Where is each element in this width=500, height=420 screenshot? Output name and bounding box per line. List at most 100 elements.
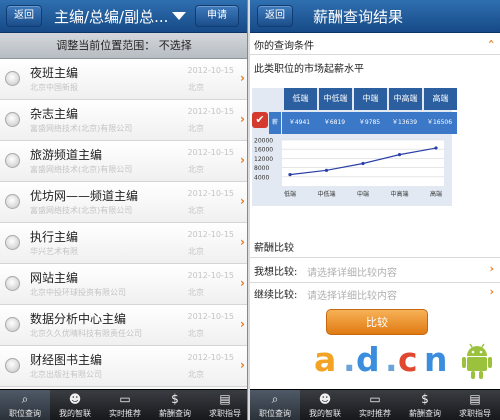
job-city: 北京 bbox=[188, 206, 204, 215]
list-item[interactable]: 执行主编 华兴艺术有限 2012-10-15 北京 › bbox=[0, 223, 247, 264]
tab-item[interactable]: ⌕ 职位查询 bbox=[0, 390, 50, 420]
job-date: 2012-10-15 bbox=[187, 353, 235, 362]
dollar-icon: $ bbox=[421, 392, 429, 406]
list-item[interactable]: 杂志主编 富盛网络技术(北京)有限公司 2012-10-15 北京 › bbox=[0, 100, 247, 141]
radio-button[interactable] bbox=[5, 276, 20, 291]
data-point bbox=[361, 161, 365, 166]
salary-line-chart: 20000 16000 12000 8000 4000 低端 中低端 中端 中高端 高端 bbox=[254, 138, 444, 198]
tab-item[interactable]: $ 薪酬查询 bbox=[400, 390, 450, 420]
radio-button[interactable] bbox=[5, 194, 20, 209]
tab-item[interactable]: ▭ 实时推荐 bbox=[350, 390, 400, 420]
want-compare-placeholder[interactable]: 请选择详细比较内容 bbox=[307, 264, 397, 279]
back-button[interactable]: 返回 bbox=[6, 5, 42, 27]
y-tick-label: 12000 bbox=[254, 156, 273, 163]
apply-button[interactable]: 申请 bbox=[195, 5, 239, 27]
job-title: 执行主编 bbox=[30, 230, 79, 244]
tab-label: 我的智联 bbox=[309, 409, 341, 418]
dollar-icon: $ bbox=[171, 392, 179, 406]
x-tick-label: 中端 bbox=[357, 190, 369, 198]
job-company: 北京中国新报 bbox=[30, 83, 78, 92]
x-tick-label: 中高端 bbox=[390, 190, 408, 198]
want-compare-label: 我想比较: bbox=[254, 267, 298, 278]
tab-item[interactable]: $ 薪酬查询 bbox=[150, 390, 200, 420]
table-header-cell: 高端 bbox=[424, 88, 457, 110]
job-city: 北京 bbox=[188, 370, 204, 379]
tab-item[interactable]: ☻ 我的智联 bbox=[300, 390, 350, 420]
list-item[interactable]: 夜班主编 北京中国新报 2012-10-15 北京 › bbox=[0, 59, 247, 100]
radio-button[interactable] bbox=[5, 112, 20, 127]
tab-item[interactable]: ▭ 实时推荐 bbox=[100, 390, 150, 420]
market-level-row: 此类职位的市场起薪水平 bbox=[250, 55, 500, 79]
table-cell: ￥16506 bbox=[422, 112, 457, 134]
watermark-char: c bbox=[398, 340, 418, 379]
job-title: 杂志主编 bbox=[30, 107, 79, 121]
want-compare-row[interactable]: 我想比较: 请选择详细比较内容 › bbox=[250, 258, 500, 283]
list-item[interactable]: 网站主编 北京中投环球投资有限公司 2012-10-15 北京 › bbox=[0, 264, 247, 305]
data-point bbox=[324, 168, 329, 172]
continue-compare-placeholder[interactable]: 请选择详细比较内容 bbox=[307, 287, 397, 302]
job-company: 富盛网络技术(北京)有限公司 bbox=[30, 124, 133, 133]
chevron-up-icon[interactable]: › bbox=[485, 39, 498, 44]
chevron-right-icon[interactable]: › bbox=[240, 358, 245, 372]
y-tick-label: 16000 bbox=[254, 147, 273, 154]
compare-button[interactable]: 比较 bbox=[326, 309, 428, 335]
chevron-right-icon[interactable]: › bbox=[240, 276, 245, 290]
continue-compare-row[interactable]: 继续比较: 请选择详细比较内容 › bbox=[250, 283, 500, 303]
watermark-char: . bbox=[385, 340, 398, 379]
job-company: 北京出版社有限公司 bbox=[30, 370, 102, 379]
dropdown-icon[interactable] bbox=[172, 12, 186, 20]
chevron-right-icon[interactable]: › bbox=[240, 153, 245, 167]
table-cell: ￥4941 bbox=[282, 112, 317, 134]
chevron-right-icon[interactable]: › bbox=[240, 317, 245, 331]
job-company: 北京中投环球投资有限公司 bbox=[30, 288, 126, 297]
job-list: 夜班主编北京中国新报 2012-10-15 北京 › 杂志主编富盛网络技术(北京)有限公… bbox=[0, 59, 247, 387]
market-level-label: 此类职位的市场起薪水平 bbox=[254, 64, 364, 75]
tab-bar: ⌕ 职位查询 ☻ 我的智联 ▭ 实时推荐 $ 薪酬查询 ▤ 求职指导 bbox=[0, 389, 247, 420]
location-range-bar[interactable]: 调整当前位置范围： 不选择 bbox=[0, 33, 247, 59]
job-company: 华兴艺术有限 bbox=[30, 247, 78, 256]
watermark-char: a bbox=[314, 340, 337, 379]
chevron-right-icon[interactable]: › bbox=[240, 112, 245, 126]
chevron-right-icon[interactable]: › bbox=[489, 262, 494, 275]
job-city: 北京 bbox=[188, 329, 204, 338]
list-item[interactable]: 数据分析中心主编 北京久久优晴科技有限责任公司 2012-10-15 北京 › bbox=[0, 305, 247, 346]
job-city: 北京 bbox=[188, 124, 204, 133]
table-header-cell: 低端 bbox=[284, 88, 317, 110]
table-row-label: 薪 bbox=[269, 112, 281, 134]
radio-button[interactable] bbox=[5, 71, 20, 86]
recommend-icon: ▭ bbox=[369, 392, 381, 406]
chevron-right-icon[interactable]: › bbox=[240, 194, 245, 208]
list-item[interactable]: 旅游频道主编 富盛网络技术(北京)有限公司 2012-10-15 北京 › bbox=[0, 141, 247, 182]
radio-button[interactable] bbox=[5, 153, 20, 168]
job-city: 北京 bbox=[188, 83, 204, 92]
list-item[interactable]: 财经图书主编 北京出版社有限公司 2012-10-15 北京 › bbox=[0, 346, 247, 387]
chevron-right-icon[interactable]: › bbox=[489, 285, 494, 298]
job-title: 夜班主编 bbox=[30, 66, 79, 80]
radio-button[interactable] bbox=[5, 317, 20, 332]
data-point bbox=[434, 146, 438, 150]
watermark-char: n bbox=[424, 340, 448, 379]
chevron-right-icon[interactable]: › bbox=[240, 71, 245, 85]
tab-item[interactable]: ⌕ 职位查询 bbox=[250, 390, 300, 420]
query-conditions-row[interactable]: 你的查询条件 › bbox=[250, 33, 500, 55]
job-company: 富盛网络技术(北京)有限公司 bbox=[30, 165, 133, 174]
page-title[interactable]: 主编/总编/副总... bbox=[54, 6, 168, 27]
radio-button[interactable] bbox=[5, 358, 20, 373]
table-header-cell: 中高端 bbox=[389, 88, 422, 110]
tab-item[interactable]: ☻ 我的智联 bbox=[50, 390, 100, 420]
search-icon: ⌕ bbox=[21, 392, 29, 406]
back-button[interactable]: 返回 bbox=[257, 5, 293, 27]
y-tick-label: 20000 bbox=[254, 138, 273, 145]
table-header-cell: 中端 bbox=[354, 88, 387, 110]
x-tick-label: 高端 bbox=[430, 190, 442, 198]
person-icon: ☻ bbox=[68, 392, 82, 406]
chevron-right-icon[interactable]: › bbox=[240, 235, 245, 249]
job-date: 2012-10-15 bbox=[187, 189, 235, 198]
job-title: 优坊网——频道主编 bbox=[30, 189, 139, 203]
tab-item[interactable]: ▤ 求职指导 bbox=[200, 390, 247, 420]
query-conditions-label: 你的查询条件 bbox=[254, 41, 314, 52]
tab-item[interactable]: ▤ 求职指导 bbox=[450, 390, 500, 420]
tab-label: 职位查询 bbox=[9, 409, 41, 418]
list-item[interactable]: 优坊网——频道主编 富盛网络技术(北京)有限公司 2012-10-15 北京 › bbox=[0, 182, 247, 223]
radio-button[interactable] bbox=[5, 235, 20, 250]
